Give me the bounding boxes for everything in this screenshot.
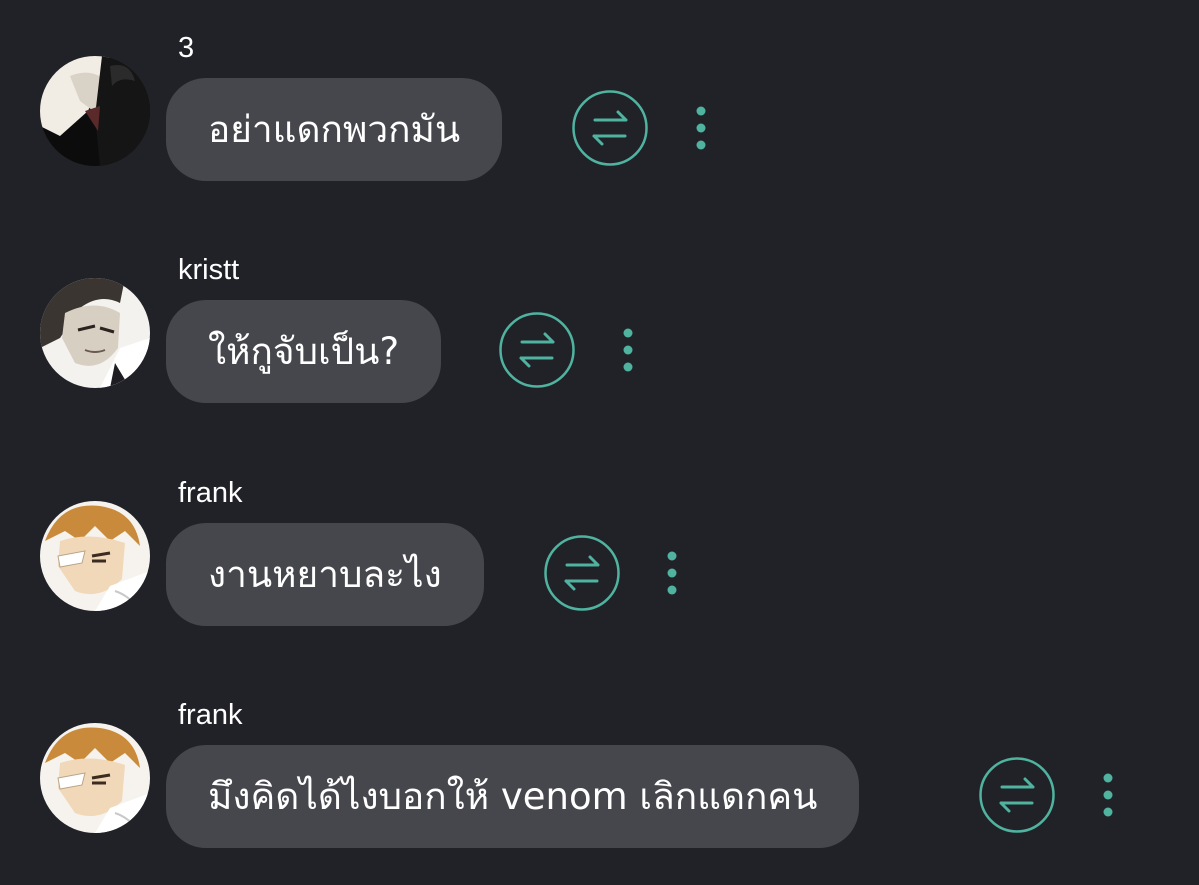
- translate-icon: [572, 90, 648, 166]
- avatar-icon: [40, 723, 150, 833]
- chat-message: frank งานหยาบละไง: [0, 471, 1199, 631]
- translate-button[interactable]: [571, 89, 649, 167]
- more-vertical-icon: [1103, 773, 1113, 817]
- user-avatar[interactable]: [40, 56, 150, 166]
- username[interactable]: frank: [178, 697, 242, 733]
- user-avatar[interactable]: [40, 278, 150, 388]
- chat-message: 3 อย่าแดกพวกมัน: [0, 26, 1199, 186]
- translate-icon: [979, 757, 1055, 833]
- chat-message: kristt ให้กูจับเป็น?: [0, 248, 1199, 408]
- more-vertical-icon: [667, 551, 677, 595]
- more-options-button[interactable]: [689, 102, 713, 154]
- more-options-button[interactable]: [1096, 769, 1120, 821]
- more-vertical-icon: [696, 106, 706, 150]
- user-avatar[interactable]: [40, 501, 150, 611]
- translate-button[interactable]: [543, 534, 621, 612]
- translate-button[interactable]: [498, 311, 576, 389]
- username[interactable]: 3: [178, 30, 194, 66]
- translate-icon: [544, 535, 620, 611]
- username[interactable]: frank: [178, 475, 242, 511]
- message-bubble[interactable]: มึงคิดได้ไงบอกให้ venom เลิกแดกคน: [166, 745, 860, 848]
- more-vertical-icon: [623, 328, 633, 372]
- avatar-icon: [40, 278, 150, 388]
- user-avatar[interactable]: [40, 723, 150, 833]
- translate-button[interactable]: [978, 756, 1056, 834]
- chat-message: frank มึงคิดได้ไงบอกให้ venom เลิกแดกคน: [0, 693, 1199, 853]
- message-bubble[interactable]: งานหยาบละไง: [166, 523, 484, 626]
- avatar-icon: [40, 501, 150, 611]
- more-options-button[interactable]: [660, 547, 684, 599]
- avatar-icon: [40, 56, 150, 166]
- message-bubble[interactable]: อย่าแดกพวกมัน: [166, 78, 503, 181]
- translate-icon: [499, 312, 575, 388]
- message-bubble[interactable]: ให้กูจับเป็น?: [166, 300, 442, 403]
- more-options-button[interactable]: [616, 324, 640, 376]
- username[interactable]: kristt: [178, 252, 239, 288]
